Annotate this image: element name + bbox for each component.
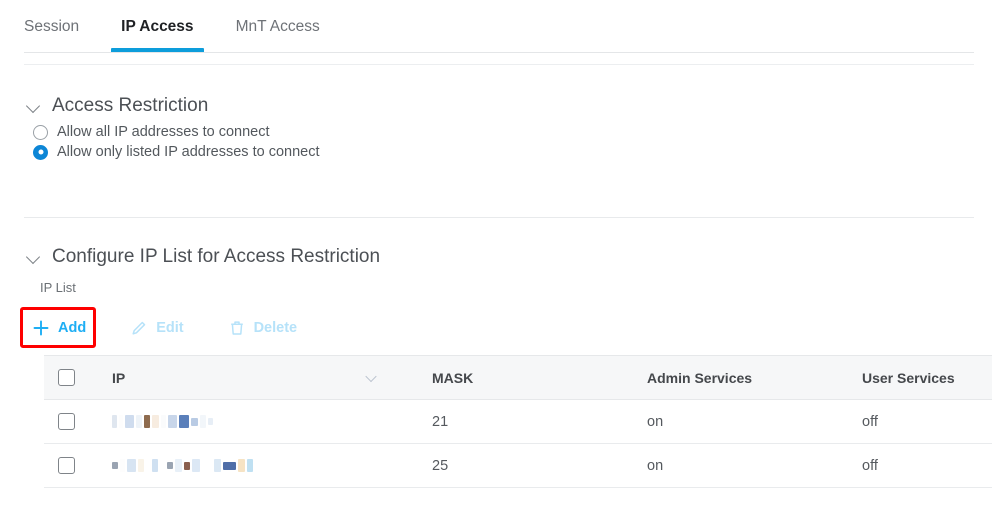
- column-header-admin-services[interactable]: Admin Services: [645, 370, 860, 386]
- tab-session-label: Session: [24, 18, 80, 35]
- chevron-down-icon: [26, 98, 42, 114]
- tab-mnt-access-label: MnT Access: [235, 18, 320, 35]
- column-header-user-services-label: User Services: [862, 369, 955, 386]
- ip-access-settings-page: Session IP Access MnT Access Access Rest…: [0, 0, 998, 507]
- table-row[interactable]: 25 on off: [44, 444, 992, 488]
- trash-icon: [228, 319, 246, 337]
- cell-mask: 25: [432, 457, 449, 474]
- radio-allow-all[interactable]: Allow all IP addresses to connect: [33, 124, 270, 140]
- cell-ip: [110, 413, 430, 431]
- access-restriction-title: Access Restriction: [52, 95, 209, 116]
- column-header-ip[interactable]: IP: [110, 370, 430, 386]
- edit-button-label: Edit: [156, 320, 184, 336]
- ip-list-label: IP List: [40, 280, 76, 295]
- section-divider: [24, 217, 974, 218]
- radio-allow-listed-label: Allow only listed IP addresses to connec…: [57, 144, 320, 160]
- cell-user-services: off: [862, 457, 878, 474]
- tab-ip-access[interactable]: IP Access: [111, 0, 204, 53]
- chevron-down-icon[interactable]: [366, 374, 378, 381]
- select-all-cell: [44, 369, 110, 386]
- select-all-checkbox[interactable]: [58, 369, 75, 386]
- radio-allow-all-indicator[interactable]: [33, 124, 48, 140]
- row-select-cell: [44, 457, 110, 474]
- configure-ip-list-header[interactable]: Configure IP List for Access Restriction: [26, 246, 380, 268]
- delete-button[interactable]: Delete: [220, 313, 306, 343]
- row-select-cell: [44, 413, 110, 430]
- row-checkbox[interactable]: [58, 457, 75, 474]
- table-row[interactable]: 21 on off: [44, 400, 992, 444]
- cell-user-services: off: [862, 413, 878, 430]
- column-header-ip-label: IP: [112, 369, 126, 386]
- redacted-ip-value: [112, 457, 255, 475]
- content-top-divider: [24, 64, 974, 65]
- tab-bar: Session IP Access MnT Access: [0, 0, 998, 53]
- column-header-mask-label: MASK: [432, 369, 474, 386]
- ip-list-table: IP MASK Admin Services User Services 21 …: [44, 355, 992, 488]
- delete-button-label: Delete: [253, 320, 298, 336]
- chevron-down-icon: [26, 249, 42, 265]
- radio-allow-listed-indicator[interactable]: [33, 144, 48, 160]
- redacted-ip-value: [112, 413, 215, 431]
- edit-button[interactable]: Edit: [122, 313, 191, 343]
- tab-mnt-access[interactable]: MnT Access: [236, 0, 320, 50]
- column-header-admin-services-label: Admin Services: [647, 369, 753, 386]
- radio-allow-listed[interactable]: Allow only listed IP addresses to connec…: [33, 144, 320, 160]
- configure-ip-list-title: Configure IP List for Access Restriction: [52, 246, 381, 267]
- tab-session[interactable]: Session: [24, 0, 79, 50]
- cell-admin-services: on: [647, 457, 664, 474]
- row-checkbox[interactable]: [58, 413, 75, 430]
- add-button-label: Add: [58, 320, 87, 336]
- plus-icon: [32, 319, 50, 337]
- cell-admin-services: on: [647, 413, 664, 430]
- table-header-row: IP MASK Admin Services User Services: [44, 355, 992, 400]
- pencil-icon: [130, 319, 148, 337]
- access-restriction-header[interactable]: Access Restriction: [26, 95, 208, 117]
- cell-ip: [110, 457, 430, 475]
- column-header-user-services[interactable]: User Services: [860, 370, 990, 386]
- radio-allow-all-label: Allow all IP addresses to connect: [57, 124, 270, 140]
- column-header-mask[interactable]: MASK: [430, 370, 645, 386]
- tab-bar-divider: [24, 52, 974, 53]
- tab-ip-access-label: IP Access: [121, 18, 194, 35]
- cell-mask: 21: [432, 413, 449, 430]
- ip-list-toolbar: Add Edit Delete: [24, 308, 333, 348]
- add-button[interactable]: Add: [24, 313, 94, 343]
